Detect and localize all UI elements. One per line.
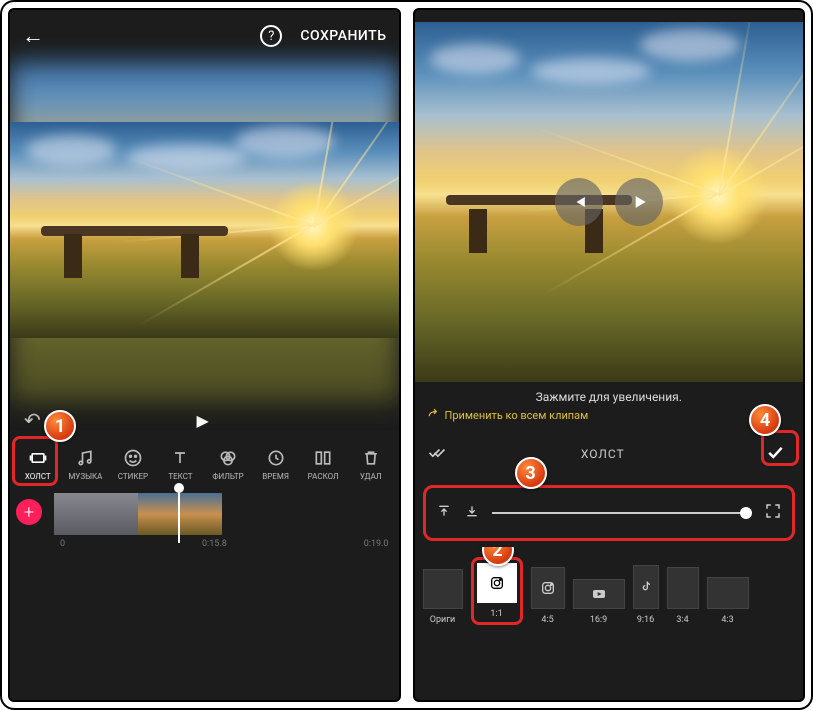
timeline[interactable]: + 0 0:15.8 0:19.0 [10, 487, 399, 700]
playhead[interactable] [178, 487, 180, 543]
tool-split[interactable]: РАСКОЛ [299, 444, 347, 485]
phone-left: ← ? СОХРАНИТЬ ↶ ▶ [8, 8, 401, 702]
video-preview[interactable] [415, 22, 804, 382]
tool-sticker[interactable]: СТИКЕР [109, 444, 157, 485]
time-zero: 0 [60, 539, 65, 549]
fit-icon[interactable] [764, 502, 782, 524]
tool-music[interactable]: МУЗЫКА [62, 444, 110, 485]
time-end: 0:19.0 [364, 539, 389, 549]
arrow-curve-icon [427, 408, 441, 422]
save-button[interactable]: СОХРАНИТЬ [300, 28, 386, 44]
ratio-original[interactable]: Ориги [423, 569, 463, 625]
undo-icon[interactable]: ↶ [24, 408, 41, 432]
annotation-badge-1: 1 [44, 410, 76, 442]
prev-frame-button[interactable] [555, 178, 603, 226]
aspect-ratio-list: Ориги 1:12 4:5 16:9 9:16 3:4 4:3 [415, 547, 804, 637]
phone-right: Зажмите для увеличения. Применить ко все… [413, 8, 806, 702]
tool-filter[interactable]: ФИЛЬТР [204, 444, 252, 485]
apply-all-row[interactable]: Применить ко всем клипам [415, 406, 804, 428]
ratio-3_4[interactable]: 3:4 [667, 567, 699, 625]
annotation-highlight-1 [12, 436, 58, 486]
timeline-thumbs[interactable] [54, 493, 399, 535]
apply-all-label: Применить ко всем клипам [445, 409, 589, 422]
youtube-icon [573, 579, 625, 609]
annotation-badge-3: 3 [515, 457, 547, 489]
split-icon [313, 448, 333, 468]
annotation-highlight-2: 1:12 [471, 557, 523, 625]
music-icon [75, 448, 95, 468]
time-current: 0:15.8 [202, 539, 227, 549]
clip-thumb[interactable] [54, 493, 96, 535]
ratio-1_1[interactable]: 1:1 [477, 563, 517, 619]
tool-label: МУЗЫКА [68, 472, 102, 481]
tool-label: ВРЕМЯ [262, 472, 289, 481]
slider-knob[interactable] [740, 507, 752, 519]
editor-toolbar: ХОЛСТ МУЗЫКА СТИКЕР ТЕКСТ ФИЛЬТР [10, 438, 399, 487]
ratio-label: 3:4 [676, 615, 688, 625]
screenshot-pair: ← ? СОХРАНИТЬ ↶ ▶ [0, 0, 813, 710]
instagram-icon [477, 563, 517, 603]
ratio-9_16[interactable]: 9:16 [633, 565, 659, 625]
ratio-label: 4:3 [721, 615, 733, 625]
tool-delete[interactable]: УДАЛ [347, 444, 395, 485]
play-icon[interactable]: ▶ [41, 411, 365, 430]
time-icon [266, 448, 286, 468]
apply-all-icon[interactable] [427, 442, 447, 465]
tool-label: СТИКЕР [118, 472, 148, 481]
annotation-badge-4: 4 [749, 404, 781, 436]
ratio-icon [667, 567, 699, 609]
text-icon [170, 448, 190, 468]
clip-thumb[interactable] [180, 493, 222, 535]
ratio-label: 9:16 [637, 615, 654, 625]
instagram-icon [531, 567, 565, 609]
align-bottom-icon[interactable] [464, 503, 480, 523]
tool-label: УДАЛ [360, 472, 382, 481]
ratio-icon [423, 569, 463, 609]
annotation-highlight-3 [423, 485, 796, 541]
pinch-hint: Зажмите для увеличения. [415, 382, 804, 406]
play-button[interactable] [615, 178, 663, 226]
back-arrow-icon[interactable]: ← [22, 23, 44, 49]
zoom-slider[interactable] [492, 512, 753, 514]
tool-label: РАСКОЛ [308, 472, 339, 481]
time-axis: 0 0:15.8 0:19.0 [10, 535, 399, 555]
ratio-4_5[interactable]: 4:5 [531, 567, 565, 625]
video-preview[interactable] [10, 62, 399, 402]
clip-thumb[interactable] [96, 493, 138, 535]
tool-label: ФИЛЬТР [212, 472, 243, 481]
ratio-label: 4:5 [541, 615, 553, 625]
trash-icon [361, 448, 381, 468]
filter-icon [218, 448, 238, 468]
preview-frame [10, 122, 399, 338]
align-top-icon[interactable] [436, 503, 452, 523]
panel-title: ХОЛСТ [447, 447, 760, 461]
tool-label: ТЕКСТ [168, 472, 192, 481]
topbar: ← ? СОХРАНИТЬ [10, 10, 399, 62]
canvas-panel-header: ХОЛСТ 4 [415, 428, 804, 479]
ratio-label: 1:1 [490, 609, 502, 619]
ratio-label: 16:9 [590, 615, 607, 625]
help-icon[interactable]: ? [260, 25, 282, 47]
ratio-4_3[interactable]: 4:3 [707, 577, 749, 625]
clip-thumb[interactable] [138, 493, 180, 535]
ratio-icon [707, 577, 749, 609]
add-clip-button[interactable]: + [16, 499, 42, 525]
ratio-16_9[interactable]: 16:9 [573, 579, 625, 625]
tool-time[interactable]: ВРЕМЯ [252, 444, 300, 485]
ratio-label: Ориги [430, 615, 455, 625]
tool-text[interactable]: ТЕКСТ [157, 444, 205, 485]
sticker-icon [123, 448, 143, 468]
tiktok-icon [633, 565, 659, 609]
